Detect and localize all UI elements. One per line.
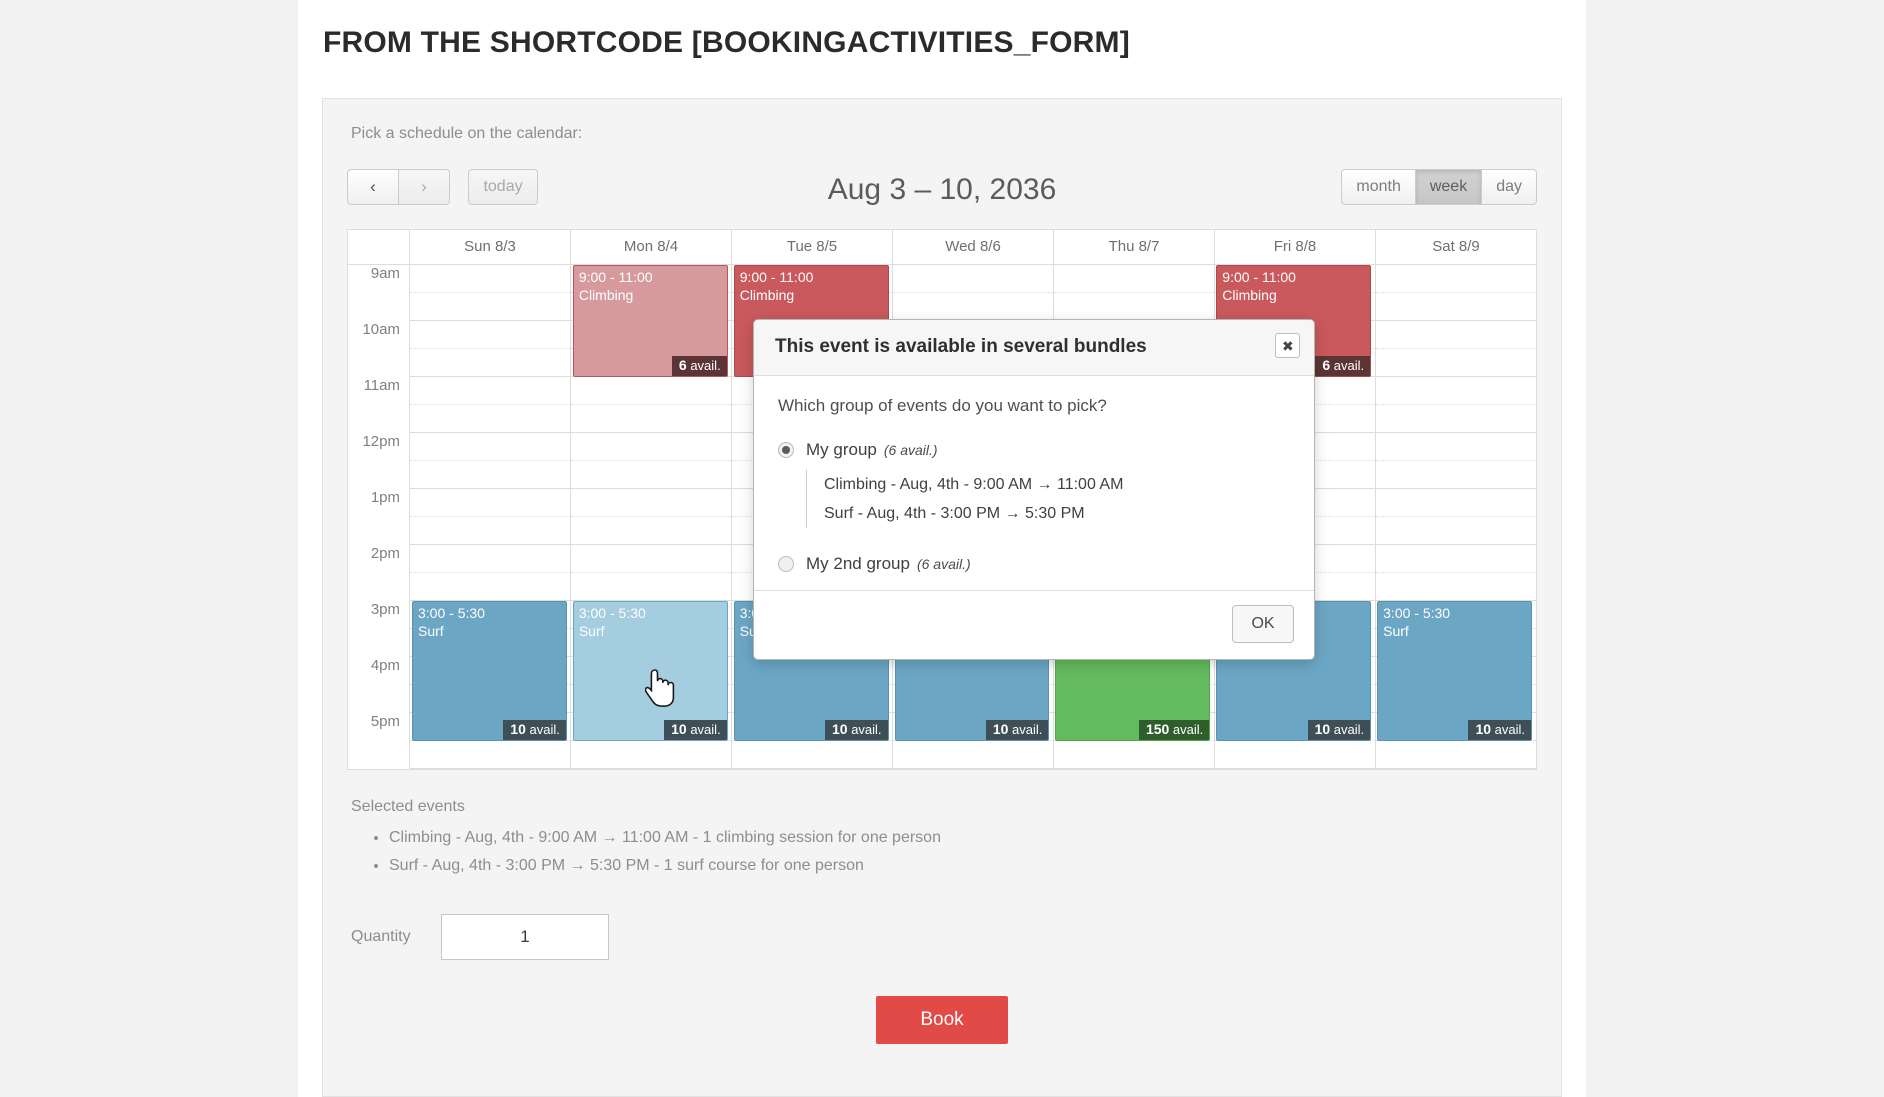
event-column: 3:00 - 5:30 Surf 10 avail. (410, 265, 571, 769)
time-axis-label: 3pm (348, 601, 410, 657)
day-header-sun[interactable]: Sun 8/3 (410, 230, 571, 264)
day-header-fri[interactable]: Fri 8/8 (1215, 230, 1376, 264)
view-switch-group: month week day (1341, 169, 1537, 205)
event-time: 3:00 - 5:30 (418, 605, 485, 621)
axis-corner (348, 230, 410, 264)
page-title: FROM THE SHORTCODE [BOOKINGACTIVITIES_FO… (323, 26, 1130, 59)
selected-events-section: Selected events Climbing - Aug, 4th - 9:… (347, 798, 1537, 880)
calendar-day-headers: Sun 8/3 Mon 8/4 Tue 8/5 Wed 8/6 Thu 8/7 … (348, 230, 1536, 265)
calendar-event[interactable]: 3:00 - 5:30 Surf 10 avail. (1377, 601, 1532, 741)
time-axis-label: 4pm (348, 657, 410, 713)
availability-badge: 150 avail. (1138, 720, 1210, 740)
event-time: 3:00 - 5:30 (578, 605, 646, 621)
bundle-option-1-items: Climbing - Aug, 4th - 9:00 AM → 11:00 AM… (806, 470, 1292, 528)
ok-button[interactable]: OK (1232, 605, 1294, 643)
time-axis-label: 9am (348, 265, 410, 321)
event-time: 3:00 - 5:30 (1383, 605, 1451, 621)
day-header-tue[interactable]: Tue 8/5 (732, 230, 893, 264)
time-axis-label: 12pm (348, 433, 410, 489)
bundle-option-2-label: My 2nd group (806, 554, 910, 573)
dialog-header: This event is available in several bundl… (754, 320, 1314, 376)
availability-badge: 10 avail. (825, 720, 888, 740)
event-title: Surf (578, 623, 605, 639)
availability-badge: 10 avail. (503, 720, 566, 740)
list-item: Surf - Aug, 4th - 3:00 PM → 5:30 PM - 1 … (389, 852, 1537, 880)
time-axis-label: 5pm (348, 713, 410, 769)
calendar-event[interactable]: 3:00 - 5:30 Surf 10 avail. (572, 601, 728, 741)
bundle-option-2-avail: (6 avail.) (916, 556, 971, 572)
bundle-option-1-avail: (6 avail.) (883, 442, 938, 458)
day-header-thu[interactable]: Thu 8/7 (1054, 230, 1215, 264)
day-header-sat[interactable]: Sat 8/9 (1376, 230, 1536, 264)
view-month-button[interactable]: month (1341, 169, 1416, 205)
book-button-wrap: Book (347, 996, 1537, 1044)
time-axis-label: 10am (348, 321, 410, 377)
availability-badge: 10 avail. (1307, 720, 1371, 740)
day-header-wed[interactable]: Wed 8/6 (893, 230, 1054, 264)
radio-my-2nd-group[interactable] (778, 556, 794, 572)
event-title: Surf (1383, 623, 1409, 639)
event-title: Surf (418, 623, 444, 639)
calendar-toolbar: ‹ › today Aug 3 – 10, 2036 month week da… (347, 169, 1537, 213)
dialog-footer: OK (754, 590, 1314, 659)
dialog-body: Which group of events do you want to pic… (754, 376, 1314, 590)
book-button[interactable]: Book (876, 996, 1008, 1044)
list-item: Surf - Aug, 4th - 3:00 PM → 5:30 PM (824, 505, 1085, 522)
quantity-row: Quantity (351, 914, 1537, 960)
dialog-title: This event is available in several bundl… (775, 336, 1147, 357)
bundle-option-1-label: My group (806, 440, 877, 459)
radio-my-group[interactable] (778, 442, 794, 458)
availability-badge: 10 avail. (1468, 720, 1531, 740)
selected-events-title: Selected events (351, 798, 465, 815)
calendar-event[interactable]: 3:00 - 5:30 Surf 10 avail. (412, 601, 567, 741)
bundle-option-2[interactable]: My 2nd group (6 avail.) (778, 554, 1292, 574)
bundle-picker-dialog: This event is available in several bundl… (753, 319, 1315, 660)
time-axis-label: 1pm (348, 489, 410, 545)
close-icon[interactable]: ✖ (1275, 333, 1300, 358)
availability-badge: 10 avail. (985, 720, 1049, 740)
quantity-input[interactable] (441, 914, 609, 960)
quantity-label: Quantity (351, 928, 411, 945)
event-column: 3:00 - 5:30 Surf 10 avail. (1375, 265, 1536, 769)
list-item: Climbing - Aug, 4th - 9:00 AM → 11:00 AM (824, 476, 1124, 493)
day-header-mon[interactable]: Mon 8/4 (571, 230, 732, 264)
view-week-button[interactable]: week (1414, 169, 1483, 205)
availability-badge: 10 avail. (664, 720, 727, 740)
list-item: Climbing - Aug, 4th - 9:00 AM → 11:00 AM… (389, 824, 1537, 852)
time-axis-label: 2pm (348, 545, 410, 601)
view-day-button[interactable]: day (1481, 169, 1537, 205)
bundle-option-1[interactable]: My group (6 avail.) (778, 440, 1292, 460)
event-column: 3:00 - 5:30 Surf 10 avail. (571, 265, 732, 769)
dialog-question: Which group of events do you want to pic… (778, 396, 1107, 415)
selected-events-list: Climbing - Aug, 4th - 9:00 AM → 11:00 AM… (369, 824, 1537, 880)
panel-intro: Pick a schedule on the calendar: (351, 125, 583, 142)
time-axis-label: 11am (348, 377, 410, 433)
